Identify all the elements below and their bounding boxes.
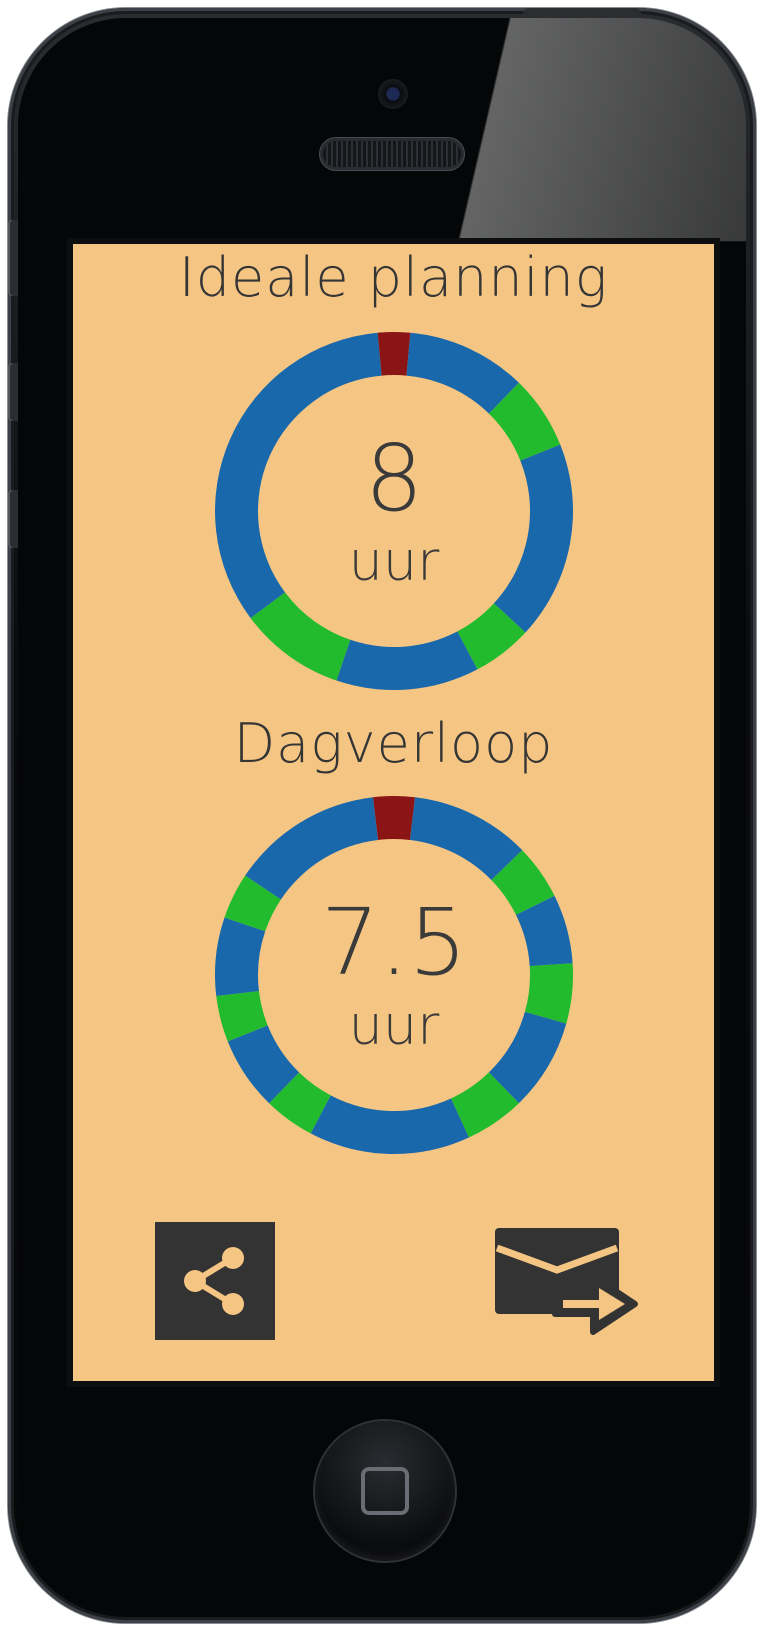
- planning-ring-segment-red: [377, 332, 411, 376]
- volume-down-button: [8, 490, 18, 548]
- volume-up-button: [8, 363, 18, 421]
- front-camera: [378, 79, 408, 109]
- power-button: [523, 8, 641, 18]
- day-progress-ring-segment-blue: [215, 917, 266, 997]
- phone-frame: Ideale planning 8 uur Dagverloop 7.5 uur: [8, 8, 756, 1623]
- earpiece-speaker: [323, 141, 461, 167]
- share-icon: [184, 1247, 244, 1315]
- planning-ring-svg: [215, 332, 573, 690]
- day-progress-ring-svg: [215, 796, 573, 1154]
- planning-ring-chart: 8 uur: [215, 332, 573, 690]
- share-button[interactable]: [155, 1222, 275, 1340]
- day-progress-ring-segment-red: [372, 796, 416, 840]
- day-progress-ring-segment-blue: [245, 797, 379, 900]
- day-progress-ring-segment-blue: [310, 1095, 469, 1154]
- home-button[interactable]: [315, 1421, 455, 1561]
- app-screen: Ideale planning 8 uur Dagverloop 7.5 uur: [73, 244, 714, 1381]
- mail-forward-icon: [495, 1228, 638, 1335]
- planning-ring-segment-blue: [493, 444, 573, 633]
- mute-switch: [8, 220, 18, 296]
- planning-title: Ideale planning: [178, 246, 609, 309]
- planning-ring-segment-blue: [215, 332, 382, 619]
- mail-forward-button[interactable]: [493, 1224, 645, 1344]
- day-progress-ring-chart: 7.5 uur: [215, 796, 573, 1154]
- planning-ring-segment-blue: [336, 631, 478, 690]
- day-progress-title: Dagverloop: [233, 712, 554, 775]
- home-square-icon: [361, 1467, 409, 1515]
